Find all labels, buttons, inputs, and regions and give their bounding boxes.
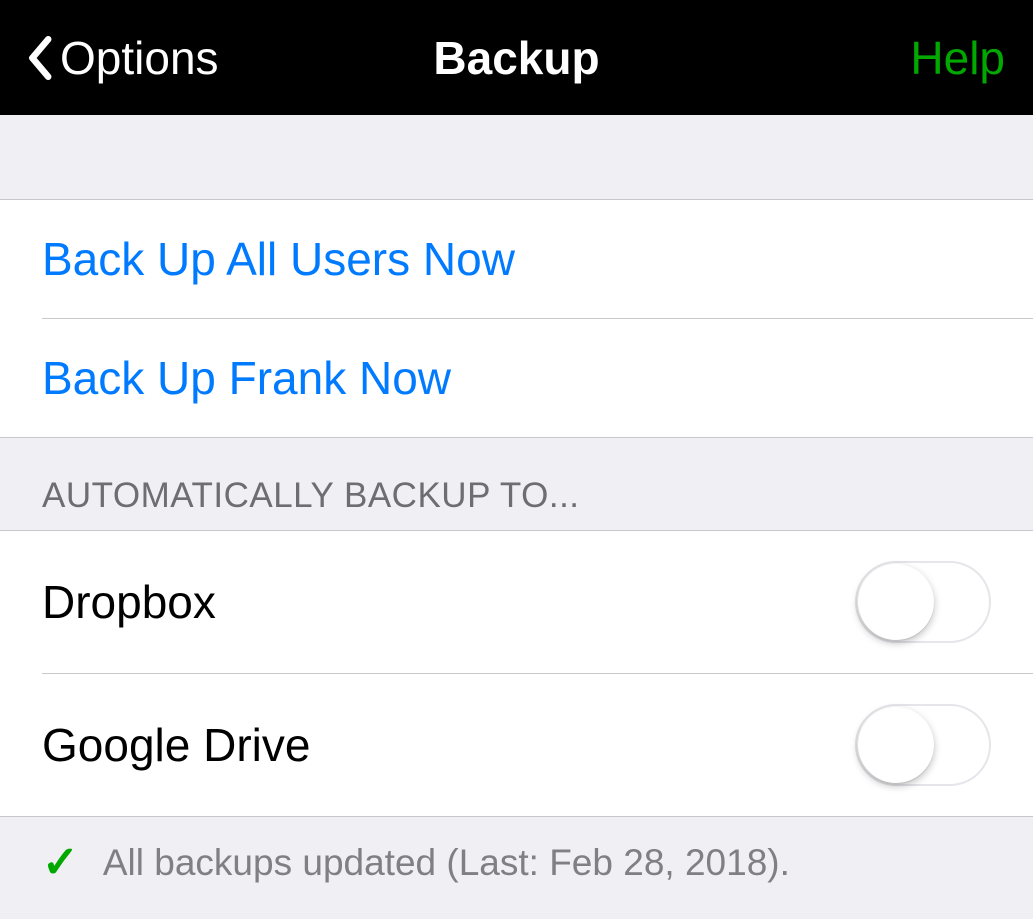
back-button[interactable]: Options [28,31,219,85]
page-title: Backup [433,31,599,85]
toggle-knob [858,707,934,783]
backup-all-label: Back Up All Users Now [42,232,515,286]
navbar: Options Backup Help [0,0,1033,115]
toggle-knob [858,564,934,640]
actions-section: Back Up All Users Now Back Up Frank Now [0,200,1033,438]
dropbox-label: Dropbox [42,575,216,629]
dropbox-toggle[interactable] [855,561,991,643]
google-drive-toggle[interactable] [855,704,991,786]
backup-all-button[interactable]: Back Up All Users Now [0,200,1033,318]
backup-user-label: Back Up Frank Now [42,351,451,405]
back-label: Options [60,31,219,85]
google-drive-row: Google Drive [0,674,1033,816]
help-button[interactable]: Help [910,31,1005,85]
checkmark-icon: ✓ [42,837,79,888]
backup-user-button[interactable]: Back Up Frank Now [0,319,1033,437]
google-drive-label: Google Drive [42,718,310,772]
status-footer: ✓ All backups updated (Last: Feb 28, 201… [0,817,1033,908]
chevron-left-icon [28,36,54,80]
status-text: All backups updated (Last: Feb 28, 2018)… [103,842,790,884]
auto-backup-header: AUTOMATICALLY BACKUP TO... [0,438,1033,530]
dropbox-row: Dropbox [0,531,1033,673]
auto-backup-section: Dropbox Google Drive [0,530,1033,817]
spacer [0,115,1033,200]
